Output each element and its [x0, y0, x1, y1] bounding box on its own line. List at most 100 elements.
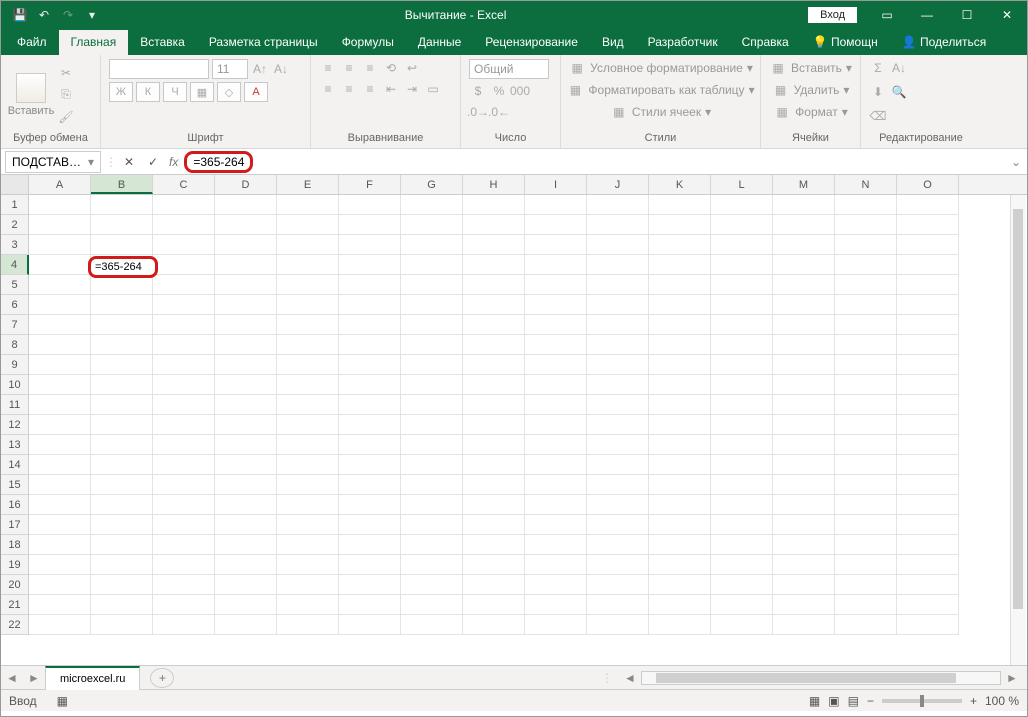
cell-O1[interactable]	[897, 195, 959, 215]
cell-L3[interactable]	[711, 235, 773, 255]
cell-O3[interactable]	[897, 235, 959, 255]
cell-N7[interactable]	[835, 315, 897, 335]
cell-K2[interactable]	[649, 215, 711, 235]
cell-G13[interactable]	[401, 435, 463, 455]
autosum-icon[interactable]: Σ	[869, 59, 887, 77]
name-box[interactable]: ПОДСТАВ… ▾	[5, 151, 101, 173]
cell-D3[interactable]	[215, 235, 277, 255]
zoom-in-button[interactable]: +	[970, 694, 977, 708]
cell-H5[interactable]	[463, 275, 525, 295]
tab-data[interactable]: Данные	[406, 30, 473, 55]
zoom-level[interactable]: 100 %	[985, 694, 1019, 708]
cell-N15[interactable]	[835, 475, 897, 495]
cell-A21[interactable]	[29, 595, 91, 615]
copy-icon[interactable]: ⎘	[57, 86, 75, 104]
cell-B5[interactable]	[91, 275, 153, 295]
cell-H3[interactable]	[463, 235, 525, 255]
cell-I7[interactable]	[525, 315, 587, 335]
cell-K4[interactable]	[649, 255, 711, 275]
cell-N22[interactable]	[835, 615, 897, 635]
cell-D12[interactable]	[215, 415, 277, 435]
cell-J16[interactable]	[587, 495, 649, 515]
cell-A22[interactable]	[29, 615, 91, 635]
row-header-15[interactable]: 15	[1, 475, 29, 495]
cell-I16[interactable]	[525, 495, 587, 515]
cell-K6[interactable]	[649, 295, 711, 315]
cell-O5[interactable]	[897, 275, 959, 295]
cell-F6[interactable]	[339, 295, 401, 315]
cell-K9[interactable]	[649, 355, 711, 375]
view-normal-icon[interactable]: ▦	[809, 694, 820, 708]
cell-G8[interactable]	[401, 335, 463, 355]
cell-F20[interactable]	[339, 575, 401, 595]
cell-J9[interactable]	[587, 355, 649, 375]
cell-K14[interactable]	[649, 455, 711, 475]
clear-icon[interactable]: ⌫	[869, 107, 887, 125]
cell-G3[interactable]	[401, 235, 463, 255]
cell-F7[interactable]	[339, 315, 401, 335]
align-middle-icon[interactable]: ≡	[340, 59, 358, 77]
column-header-H[interactable]: H	[463, 175, 525, 194]
row-header-4[interactable]: 4	[1, 255, 29, 275]
cell-C8[interactable]	[153, 335, 215, 355]
cell-B1[interactable]	[91, 195, 153, 215]
cell-A5[interactable]	[29, 275, 91, 295]
cell-N12[interactable]	[835, 415, 897, 435]
column-header-I[interactable]: I	[525, 175, 587, 194]
cell-F16[interactable]	[339, 495, 401, 515]
tab-home[interactable]: Главная	[59, 30, 129, 55]
cell-A16[interactable]	[29, 495, 91, 515]
cell-O4[interactable]	[897, 255, 959, 275]
row-header-20[interactable]: 20	[1, 575, 29, 595]
cell-C6[interactable]	[153, 295, 215, 315]
cell-E11[interactable]	[277, 395, 339, 415]
cell-C12[interactable]	[153, 415, 215, 435]
cell-N14[interactable]	[835, 455, 897, 475]
fill-icon[interactable]: ⬇	[869, 83, 887, 101]
column-header-J[interactable]: J	[587, 175, 649, 194]
cell-E9[interactable]	[277, 355, 339, 375]
cell-F11[interactable]	[339, 395, 401, 415]
cell-A10[interactable]	[29, 375, 91, 395]
maximize-button[interactable]: ☐	[947, 1, 987, 29]
cell-H11[interactable]	[463, 395, 525, 415]
cell-K13[interactable]	[649, 435, 711, 455]
select-all-corner[interactable]	[1, 175, 29, 194]
row-header-7[interactable]: 7	[1, 315, 29, 335]
cell-M12[interactable]	[773, 415, 835, 435]
cell-M22[interactable]	[773, 615, 835, 635]
cell-E22[interactable]	[277, 615, 339, 635]
row-header-2[interactable]: 2	[1, 215, 29, 235]
column-header-M[interactable]: M	[773, 175, 835, 194]
cell-J21[interactable]	[587, 595, 649, 615]
cell-N13[interactable]	[835, 435, 897, 455]
decrease-decimal-icon[interactable]: .0←	[490, 103, 508, 121]
sheet-nav-next[interactable]: ►	[23, 671, 45, 685]
cell-J2[interactable]	[587, 215, 649, 235]
cell-M8[interactable]	[773, 335, 835, 355]
cell-G20[interactable]	[401, 575, 463, 595]
cell-C19[interactable]	[153, 555, 215, 575]
sheet-nav-prev[interactable]: ◄	[1, 671, 23, 685]
cell-G7[interactable]	[401, 315, 463, 335]
ribbon-display-icon[interactable]: ▭	[867, 1, 907, 29]
cell-K11[interactable]	[649, 395, 711, 415]
cell-M3[interactable]	[773, 235, 835, 255]
zoom-out-button[interactable]: −	[867, 694, 874, 708]
cell-I13[interactable]	[525, 435, 587, 455]
cell-E3[interactable]	[277, 235, 339, 255]
cell-K8[interactable]	[649, 335, 711, 355]
cell-E10[interactable]	[277, 375, 339, 395]
cell-L8[interactable]	[711, 335, 773, 355]
cell-A15[interactable]	[29, 475, 91, 495]
cell-B16[interactable]	[91, 495, 153, 515]
align-top-icon[interactable]: ≡	[319, 59, 337, 77]
cell-K20[interactable]	[649, 575, 711, 595]
cell-F15[interactable]	[339, 475, 401, 495]
cell-F12[interactable]	[339, 415, 401, 435]
cell-C4[interactable]	[153, 255, 215, 275]
cell-O19[interactable]	[897, 555, 959, 575]
cell-F3[interactable]	[339, 235, 401, 255]
cell-L9[interactable]	[711, 355, 773, 375]
percent-icon[interactable]: %	[490, 82, 508, 100]
